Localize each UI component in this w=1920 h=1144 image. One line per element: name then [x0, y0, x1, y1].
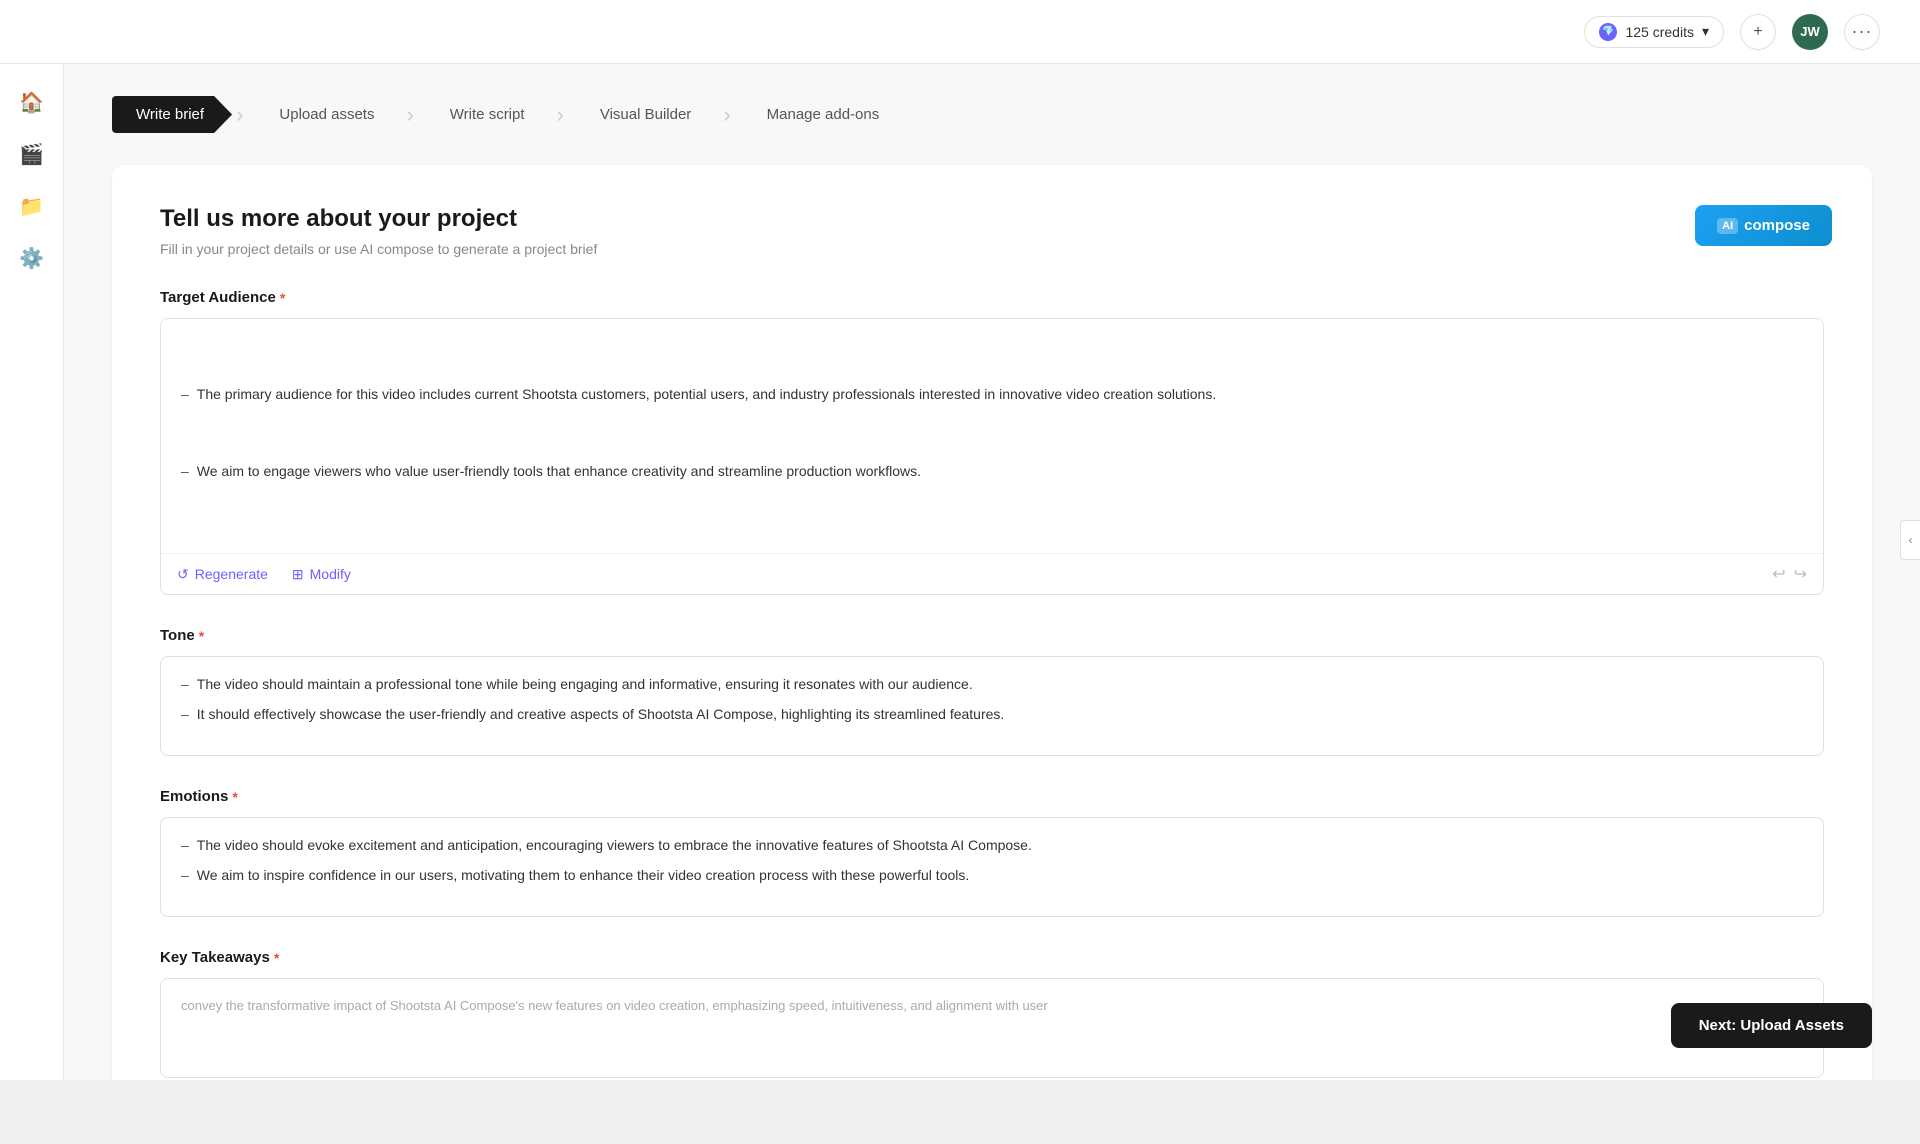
key-takeaways-label: Key Takeaways * [160, 949, 1824, 966]
tone-label: Tone * [160, 627, 1824, 644]
ai-compose-button[interactable]: AI compose [1695, 205, 1832, 246]
step-upload-assets-label: Upload assets [247, 96, 402, 133]
key-takeaways-preview: convey the transformative impact of Shoo… [181, 998, 1048, 1013]
redo-button[interactable]: ↪ [1794, 564, 1807, 584]
key-takeaways-field[interactable]: convey the transformative impact of Shoo… [160, 978, 1824, 1078]
regenerate-icon: ↺ [177, 566, 189, 583]
target-audience-line-2: – We aim to engage viewers who value use… [181, 460, 1803, 484]
step-manage-addons[interactable]: Manage add-ons [735, 96, 908, 133]
add-button[interactable]: + [1740, 14, 1776, 50]
step-write-brief[interactable]: Write brief [112, 96, 232, 133]
required-star-1: * [280, 290, 285, 306]
regenerate-label: Regenerate [195, 566, 268, 582]
topbar: 💎 125 credits ▾ + JW ··· [0, 0, 1920, 64]
credits-icon: 💎 [1599, 23, 1617, 41]
target-audience-section: Target Audience * – The primary audience… [160, 289, 1824, 595]
target-audience-label: Target Audience * [160, 289, 1824, 306]
ai-badge: AI [1717, 218, 1738, 234]
target-audience-line-1: – The primary audience for this video in… [181, 383, 1803, 407]
modify-icon: ⊞ [292, 566, 304, 583]
main-content: Write brief › Upload assets › Write scri… [64, 64, 1920, 1080]
sidebar: 🏠 🎬 📁 ⚙️ [0, 64, 64, 1080]
emotions-label: Emotions * [160, 788, 1824, 805]
step-arrow-2: › [406, 102, 413, 128]
required-star-4: * [274, 950, 279, 966]
step-navigation: Write brief › Upload assets › Write scri… [112, 96, 1872, 133]
step-visual-builder[interactable]: Visual Builder [568, 96, 719, 133]
target-audience-content[interactable]: – The primary audience for this video in… [161, 319, 1823, 553]
credits-badge[interactable]: 💎 125 credits ▾ [1584, 16, 1724, 48]
next-button[interactable]: Next: Upload Assets [1671, 1003, 1872, 1048]
step-write-script-label: Write script [418, 96, 553, 133]
regenerate-button[interactable]: ↺ Regenerate [177, 566, 268, 583]
undo-button[interactable]: ↩ [1772, 564, 1785, 584]
avatar[interactable]: JW [1792, 14, 1828, 50]
more-button[interactable]: ··· [1844, 14, 1880, 50]
collapse-panel-button[interactable]: ‹ [1900, 520, 1920, 560]
form-subtitle: Fill in your project details or use AI c… [160, 241, 1824, 257]
step-arrow-1: › [236, 102, 243, 128]
target-audience-field[interactable]: – The primary audience for this video in… [160, 318, 1824, 595]
form-title: Tell us more about your project [160, 205, 1824, 233]
undo-redo-group: ↩ ↪ [1772, 564, 1807, 584]
step-write-brief-label: Write brief [112, 96, 232, 133]
credits-label: 125 credits [1625, 24, 1693, 40]
sidebar-video-icon[interactable]: 🎬 [10, 132, 54, 176]
emotions-section: Emotions * – The video should evoke exci… [160, 788, 1824, 917]
sidebar-settings-icon[interactable]: ⚙️ [10, 236, 54, 280]
key-takeaways-section: Key Takeaways * convey the transformativ… [160, 949, 1824, 1078]
required-star-3: * [232, 789, 237, 805]
step-write-script[interactable]: Write script [418, 96, 553, 133]
modify-button[interactable]: ⊞ Modify [292, 566, 351, 583]
emotions-line-1: – The video should evoke excitement and … [181, 834, 1803, 858]
target-audience-actions: ↺ Regenerate ⊞ Modify ↩ ↪ [161, 553, 1823, 594]
tone-line-2: – It should effectively showcase the use… [181, 703, 1803, 727]
emotions-line-2: – We aim to inspire confidence in our us… [181, 864, 1803, 888]
tone-field[interactable]: – The video should maintain a profession… [160, 656, 1824, 756]
sidebar-home-icon[interactable]: 🏠 [10, 80, 54, 124]
step-upload-assets[interactable]: Upload assets [247, 96, 402, 133]
step-arrow-3: › [557, 102, 564, 128]
topbar-right: 💎 125 credits ▾ + JW ··· [1584, 14, 1880, 50]
form-card: Tell us more about your project Fill in … [112, 165, 1872, 1080]
tone-section: Tone * – The video should maintain a pro… [160, 627, 1824, 756]
modify-label: Modify [310, 566, 351, 582]
sidebar-folder-icon[interactable]: 📁 [10, 184, 54, 228]
emotions-field[interactable]: – The video should evoke excitement and … [160, 817, 1824, 917]
step-manage-addons-label: Manage add-ons [735, 96, 908, 133]
step-visual-builder-label: Visual Builder [568, 96, 719, 133]
step-arrow-4: › [723, 102, 730, 128]
credits-dropdown-icon: ▾ [1702, 23, 1709, 40]
tone-line-1: – The video should maintain a profession… [181, 673, 1803, 697]
ai-compose-label: compose [1744, 217, 1810, 234]
required-star-2: * [199, 628, 204, 644]
